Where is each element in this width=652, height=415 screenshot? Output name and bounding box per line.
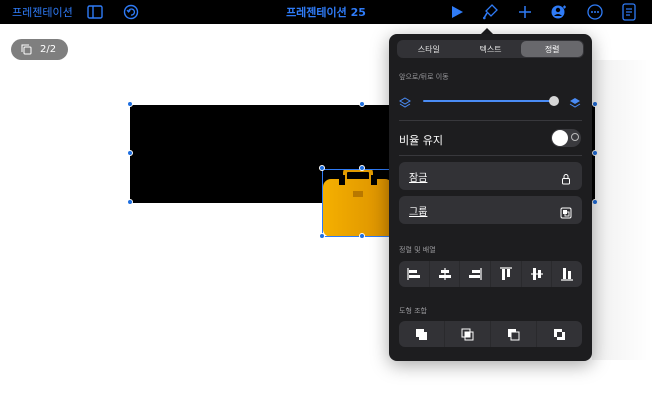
briefcase-shape[interactable] [323, 168, 393, 237]
selection-outline [322, 236, 392, 237]
keep-ratio-label: 비율 유지 [399, 134, 443, 147]
unite-shapes-icon[interactable] [399, 321, 445, 347]
selection-outline [322, 169, 392, 170]
format-tabs: 스타일 텍스트 정렬 [397, 40, 584, 58]
format-brush-icon[interactable] [481, 3, 499, 21]
selection-outline [322, 169, 323, 236]
presentations-link[interactable]: 프레젠테이션 [12, 4, 73, 20]
intersect-shapes-icon[interactable] [445, 321, 491, 347]
shape-combine-buttons [399, 321, 582, 347]
lock-label: 잠금 [409, 173, 428, 184]
tab-text[interactable]: 텍스트 [460, 41, 522, 57]
play-icon[interactable] [448, 3, 466, 21]
selection-handle[interactable] [127, 101, 133, 107]
arrange-popover: 스타일 텍스트 정렬 앞으로/뒤로 이동 비율 유지 잠금 그룹 정렬 및 배열 [389, 34, 592, 361]
subtract-shapes-icon[interactable] [491, 321, 537, 347]
tab-style[interactable]: 스타일 [398, 41, 460, 57]
group-icon [560, 204, 572, 219]
align-center-icon[interactable] [430, 261, 461, 287]
selection-handle[interactable] [127, 199, 133, 205]
group-button[interactable]: 그룹 [399, 196, 582, 224]
selection-handle[interactable] [127, 150, 133, 156]
page-counter-pill[interactable]: 2/2 [11, 39, 68, 60]
page-counter: 2/2 [40, 44, 57, 55]
move-section-label: 앞으로/뒤로 이동 [399, 73, 449, 81]
popover-shadow [592, 60, 652, 360]
tab-arrange[interactable]: 정렬 [521, 41, 584, 57]
selection-handle[interactable] [359, 165, 365, 171]
document-setup-icon[interactable] [620, 3, 638, 21]
align-top-icon[interactable] [491, 261, 522, 287]
copy-icon [21, 44, 32, 55]
sidebar-toggle-icon[interactable] [86, 3, 104, 21]
selection-handle[interactable] [319, 233, 325, 239]
bring-forward-icon[interactable] [569, 94, 581, 113]
align-bottom-icon[interactable] [552, 261, 582, 287]
move-slider-thumb[interactable] [549, 96, 559, 106]
align-left-icon[interactable] [399, 261, 430, 287]
selection-handle[interactable] [359, 233, 365, 239]
add-icon[interactable] [516, 3, 534, 21]
collaborate-icon[interactable] [549, 3, 567, 21]
align-section-label: 정렬 및 배열 [399, 246, 436, 254]
divider [399, 120, 582, 121]
undo-icon[interactable] [122, 3, 140, 21]
shape-combine-label: 도형 조합 [399, 307, 427, 315]
keep-ratio-toggle[interactable] [551, 129, 581, 147]
divider [399, 155, 582, 156]
align-buttons [399, 261, 582, 287]
more-icon[interactable] [586, 3, 604, 21]
send-backward-icon[interactable] [399, 94, 411, 113]
selection-handle[interactable] [319, 165, 325, 171]
lock-button[interactable]: 잠금 [399, 162, 582, 190]
align-right-icon[interactable] [460, 261, 492, 287]
top-toolbar: 프레젠테이션 프레젠테이션 25 [0, 0, 652, 24]
group-label: 그룹 [409, 207, 428, 218]
selection-handle[interactable] [359, 101, 365, 107]
align-middle-icon[interactable] [522, 261, 553, 287]
move-slider-track[interactable] [423, 100, 554, 102]
lock-icon [560, 170, 572, 185]
exclude-shapes-icon[interactable] [537, 321, 582, 347]
